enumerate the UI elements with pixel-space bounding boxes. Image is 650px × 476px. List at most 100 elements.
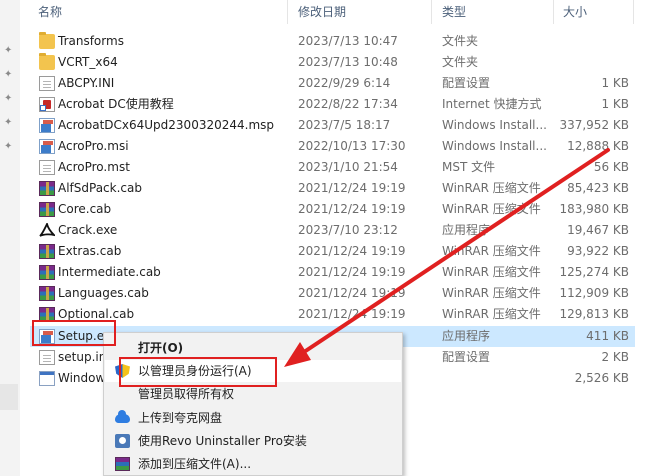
context-menu-label: 使用Revo Uninstaller Pro安装 bbox=[138, 434, 307, 448]
file-row[interactable]: Extras.cab 2021/12/24 19:19 WinRAR 压缩文件 93,… bbox=[30, 241, 635, 262]
file-modified: 2022/8/22 17:34 bbox=[298, 97, 398, 111]
file-size: 183,980 KB bbox=[559, 202, 629, 216]
pin-icon[interactable]: ✦ bbox=[4, 142, 14, 152]
file-type: 应用程序 bbox=[442, 329, 491, 343]
context-menu-label: 添加到压缩文件(A)... bbox=[138, 457, 252, 471]
column-name[interactable]: 名称 bbox=[38, 0, 62, 24]
file-size: 19,467 KB bbox=[567, 223, 629, 237]
file-row[interactable]: Optional.cab 2021/12/24 19:19 WinRAR 压缩文件 1… bbox=[30, 304, 635, 325]
winrar-archive-icon bbox=[39, 265, 55, 280]
file-row[interactable]: Core.cab 2021/12/24 19:19 WinRAR 压缩文件 183,9… bbox=[30, 199, 635, 220]
context-menu-item[interactable]: 添加到压缩文件(A)... bbox=[105, 453, 401, 475]
column-type[interactable]: 类型 bbox=[442, 0, 466, 24]
file-type: 文件夹 bbox=[442, 34, 479, 48]
file-name: AcroPro.msi bbox=[58, 139, 129, 153]
column-divider[interactable] bbox=[431, 0, 432, 24]
file-size: 2,526 KB bbox=[574, 371, 629, 385]
context-menu-item[interactable]: 上传到夸克网盘 bbox=[105, 407, 401, 429]
file-modified: 2021/12/24 19:19 bbox=[298, 244, 406, 258]
file-size: 1 KB bbox=[601, 76, 629, 90]
file-modified: 2023/1/10 21:54 bbox=[298, 160, 398, 174]
file-row[interactable]: Crack.exe 2023/7/10 23:12 应用程序 19,467 KB bbox=[30, 220, 635, 241]
winrar-archive-icon bbox=[39, 181, 55, 196]
context-menu-label: 上传到夸克网盘 bbox=[138, 411, 223, 425]
file-type: 应用程序 bbox=[442, 223, 491, 237]
internet-shortcut-icon bbox=[39, 97, 55, 112]
column-divider[interactable] bbox=[287, 0, 288, 24]
pin-icon[interactable]: ✦ bbox=[4, 70, 14, 80]
pin-icon[interactable]: ✦ bbox=[4, 46, 14, 56]
file-row[interactable]: Languages.cab 2021/12/24 19:19 WinRAR 压缩文件… bbox=[30, 283, 635, 304]
winrar-archive-icon bbox=[115, 457, 130, 471]
file-size: 337,952 KB bbox=[559, 118, 629, 132]
file-name: AcrobatDCx64Upd2300320244.msp bbox=[58, 118, 275, 132]
context-menu-label: 打开(O) bbox=[138, 341, 184, 355]
winrar-archive-icon bbox=[39, 202, 55, 217]
file-type: Windows Install... bbox=[442, 118, 547, 132]
file-row[interactable]: AcrobatDCx64Upd2300320244.msp 2023/7/5 18… bbox=[30, 115, 635, 136]
file-type: 配置设置 bbox=[442, 76, 491, 90]
file-size: 12,888 KB bbox=[567, 139, 629, 153]
file-name: ABCPY.INI bbox=[58, 76, 115, 90]
file-name: setup.ini bbox=[58, 350, 110, 364]
folder-icon bbox=[39, 53, 55, 70]
file-type: WinRAR 压缩文件 bbox=[442, 307, 541, 321]
acrobat-exe-icon bbox=[39, 223, 55, 238]
file-row[interactable]: ABCPY.INI 2022/9/29 6:14 配置设置 1 KB bbox=[30, 73, 635, 94]
file-modified: 2021/12/24 19:19 bbox=[298, 202, 406, 216]
file-modified: 2023/7/5 18:17 bbox=[298, 118, 391, 132]
file-type: 文件夹 bbox=[442, 55, 479, 69]
file-type: 配置设置 bbox=[442, 350, 491, 364]
file-type: WinRAR 压缩文件 bbox=[442, 202, 541, 216]
file-size: 125,274 KB bbox=[559, 265, 629, 279]
column-divider[interactable] bbox=[633, 0, 634, 24]
revo-uninstaller-icon bbox=[115, 434, 130, 448]
file-name: Languages.cab bbox=[58, 286, 149, 300]
file-modified: 2022/9/29 6:14 bbox=[298, 76, 391, 90]
file-name: Intermediate.cab bbox=[58, 265, 161, 279]
file-type: Windows Install... bbox=[442, 139, 547, 153]
file-size: 93,922 KB bbox=[567, 244, 629, 258]
file-modified: 2022/10/13 17:30 bbox=[298, 139, 406, 153]
file-size: 56 KB bbox=[593, 160, 629, 174]
file-size: 411 KB bbox=[586, 329, 629, 343]
folder-icon bbox=[39, 32, 55, 49]
file-type: WinRAR 压缩文件 bbox=[442, 181, 541, 195]
file-name: Acrobat DC使用教程 bbox=[58, 97, 174, 111]
column-header: 名称 修改日期 类型 大小 bbox=[30, 0, 640, 24]
file-size: 85,423 KB bbox=[567, 181, 629, 195]
file-row[interactable]: Acrobat DC使用教程 2022/8/22 17:34 Internet 快捷… bbox=[30, 94, 635, 115]
column-size[interactable]: 大小 bbox=[563, 0, 587, 24]
column-divider[interactable] bbox=[553, 0, 554, 24]
pin-icon[interactable]: ✦ bbox=[4, 118, 14, 128]
file-modified: 2021/12/24 19:19 bbox=[298, 286, 406, 300]
mst-file-icon bbox=[39, 160, 55, 175]
ini-file-icon bbox=[39, 76, 55, 91]
file-row[interactable]: Transforms 2023/7/13 10:47 文件夹 bbox=[30, 31, 635, 52]
nav-scroll-marker bbox=[0, 384, 18, 410]
file-type: WinRAR 压缩文件 bbox=[442, 265, 541, 279]
pin-icon[interactable]: ✦ bbox=[4, 94, 14, 104]
annotation-highlight-menu-item bbox=[119, 357, 277, 387]
ini-file-icon bbox=[39, 350, 55, 365]
file-name: VCRT_x64 bbox=[58, 55, 118, 69]
file-row[interactable]: AlfSdPack.cab 2021/12/24 19:19 WinRAR 压缩文件… bbox=[30, 178, 635, 199]
file-row[interactable]: VCRT_x64 2023/7/13 10:48 文件夹 bbox=[30, 52, 635, 73]
column-modified[interactable]: 修改日期 bbox=[298, 0, 346, 24]
file-name: Core.cab bbox=[58, 202, 112, 216]
file-name: Crack.exe bbox=[58, 223, 118, 237]
file-row[interactable]: Intermediate.cab 2021/12/24 19:19 WinRAR 压… bbox=[30, 262, 635, 283]
context-menu: 打开(O) 以管理员身份运行(A) 管理员取得所有权 上传到夸克网盘 使用Revo Un… bbox=[103, 332, 403, 476]
file-modified: 2021/12/24 19:19 bbox=[298, 307, 406, 321]
file-size: 112,909 KB bbox=[559, 286, 629, 300]
msp-installer-icon bbox=[39, 118, 55, 133]
context-menu-item[interactable]: 使用Revo Uninstaller Pro安装 bbox=[105, 430, 401, 452]
file-row[interactable]: AcroPro.mst 2023/1/10 21:54 MST 文件 56 KB bbox=[30, 157, 635, 178]
cloud-upload-icon bbox=[115, 410, 130, 423]
context-menu-item[interactable]: 打开(O) bbox=[105, 337, 401, 359]
file-row[interactable]: AcroPro.msi 2022/10/13 17:30 Windows Insta… bbox=[30, 136, 635, 157]
winrar-archive-icon bbox=[39, 286, 55, 301]
winrar-archive-icon bbox=[39, 244, 55, 259]
windows-installer-icon bbox=[39, 371, 55, 386]
file-size: 2 KB bbox=[601, 350, 629, 364]
